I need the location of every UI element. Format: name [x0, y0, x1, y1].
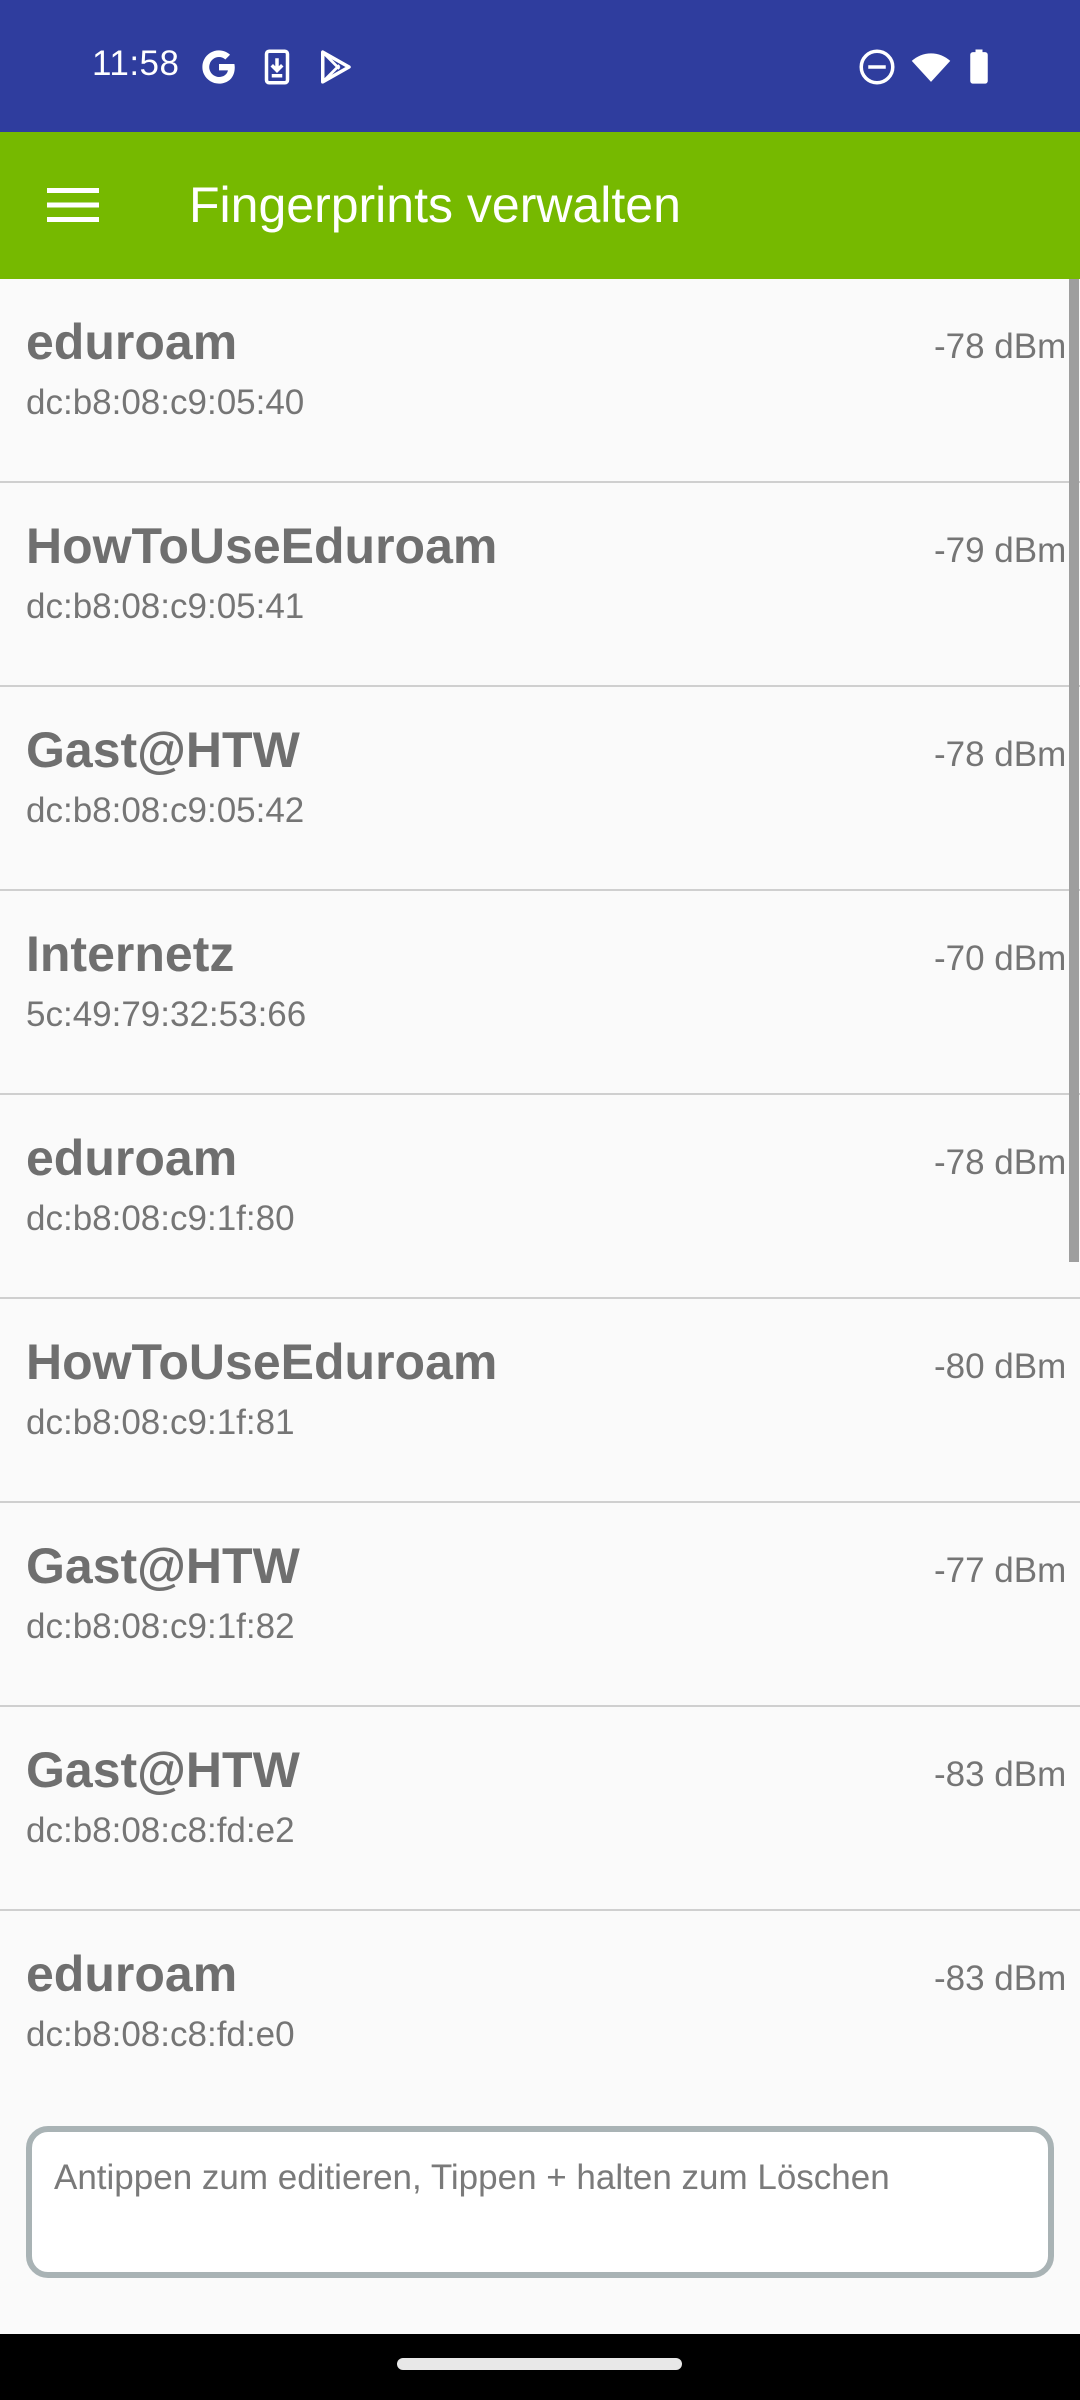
google-icon — [202, 50, 235, 84]
item-bssid: dc:b8:08:c9:05:42 — [26, 791, 305, 830]
item-ssid: Internetz — [26, 926, 235, 982]
item-signal-strength: -80 dBm — [934, 1347, 1067, 1386]
list-item[interactable]: Gast@HTW dc:b8:08:c9:05:42 -78 dBm — [0, 687, 1080, 891]
status-bar: 11:58 — [0, 0, 1080, 132]
item-ssid: Gast@HTW — [26, 1742, 300, 1798]
list-item[interactable]: Internetz 5c:49:79:32:53:66 -70 dBm — [0, 891, 1080, 1095]
item-signal-strength: -83 dBm — [934, 1959, 1067, 1998]
item-signal-strength: -70 dBm — [934, 939, 1067, 978]
item-bssid: 5c:49:79:32:53:66 — [26, 995, 307, 1034]
item-signal-strength: -83 dBm — [934, 1755, 1067, 1794]
item-ssid: Gast@HTW — [26, 722, 300, 778]
item-bssid: dc:b8:08:c9:1f:81 — [26, 1403, 295, 1442]
list-item[interactable]: eduroam dc:b8:08:c9:05:40 -78 dBm — [0, 279, 1080, 483]
item-ssid: HowToUseEduroam — [26, 518, 498, 574]
item-ssid: eduroam — [26, 1946, 238, 2002]
item-bssid: dc:b8:08:c9:05:41 — [26, 587, 305, 626]
item-signal-strength: -78 dBm — [934, 735, 1067, 774]
item-bssid: dc:b8:08:c8:fd:e2 — [26, 1811, 295, 1850]
list-item[interactable]: HowToUseEduroam dc:b8:08:c9:1f:81 -80 dB… — [0, 1299, 1080, 1503]
item-bssid: dc:b8:08:c9:1f:80 — [26, 1199, 295, 1238]
list-item[interactable]: HowToUseEduroam dc:b8:08:c9:05:41 -79 dB… — [0, 483, 1080, 687]
item-signal-strength: -77 dBm — [934, 1551, 1067, 1590]
list-item[interactable]: eduroam dc:b8:08:c9:1f:80 -78 dBm — [0, 1095, 1080, 1299]
list-item[interactable]: Gast@HTW dc:b8:08:c9:1f:82 -77 dBm — [0, 1503, 1080, 1707]
page-title: Fingerprints verwalten — [189, 177, 681, 233]
item-signal-strength: -78 dBm — [934, 327, 1067, 366]
navigation-bar — [0, 2334, 1080, 2400]
item-signal-strength: -78 dBm — [934, 1143, 1067, 1182]
status-time: 11:58 — [92, 44, 180, 83]
battery-icon — [970, 49, 988, 84]
list-item[interactable]: Gast@HTW dc:b8:08:c8:fd:e2 -83 dBm — [0, 1707, 1080, 1911]
do-not-disturb-icon — [859, 49, 895, 85]
list-item[interactable]: eduroam dc:b8:08:c8:fd:e0 -83 dBm — [0, 1911, 1080, 2111]
item-ssid: Gast@HTW — [26, 1538, 300, 1594]
item-ssid: eduroam — [26, 314, 238, 370]
item-bssid: dc:b8:08:c9:05:40 — [26, 383, 305, 422]
item-bssid: dc:b8:08:c9:1f:82 — [26, 1607, 295, 1646]
list-scrollbar[interactable] — [1069, 279, 1079, 1262]
item-ssid: HowToUseEduroam — [26, 1334, 498, 1390]
home-gesture-handle[interactable] — [397, 2358, 682, 2370]
download-icon — [264, 49, 290, 85]
item-signal-strength: -79 dBm — [934, 531, 1067, 570]
hint-box: Antippen zum editieren, Tippen + halten … — [26, 2126, 1054, 2278]
fingerprint-list[interactable]: eduroam dc:b8:08:c9:05:40 -78 dBm HowToU… — [0, 279, 1080, 2111]
app-bar: Fingerprints verwalten — [0, 132, 1080, 279]
item-bssid: dc:b8:08:c8:fd:e0 — [26, 2015, 295, 2054]
menu-button[interactable] — [30, 162, 116, 248]
hint-text: Antippen zum editieren, Tippen + halten … — [54, 2158, 890, 2197]
play-store-icon — [321, 50, 351, 84]
item-ssid: eduroam — [26, 1130, 238, 1186]
hamburger-menu-icon — [47, 188, 99, 222]
wifi-icon — [911, 53, 951, 82]
